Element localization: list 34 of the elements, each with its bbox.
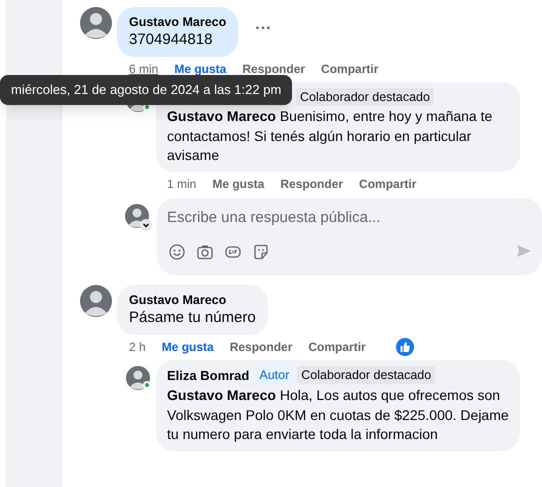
gif-icon[interactable] xyxy=(225,244,241,260)
author-badge: Autor xyxy=(255,366,294,384)
author-name[interactable]: Gustavo Mareco xyxy=(129,14,226,30)
more-options-button[interactable]: ... xyxy=(255,17,272,33)
reply-link[interactable]: Responder xyxy=(280,176,344,192)
comment-text: Pásame tu número xyxy=(129,308,256,328)
like-link[interactable]: Me gusta xyxy=(212,176,264,192)
timestamp-link[interactable]: 2 h xyxy=(129,338,146,354)
thumbs-up-icon[interactable] xyxy=(396,338,414,356)
reply-text: Gustavo Mareco Buenisimo, entre hoy y mañana te contactamos! Si tenés algún horario en particular avisame xyxy=(167,107,494,165)
reply-link[interactable]: Responder xyxy=(230,338,292,354)
avatar-icon[interactable] xyxy=(126,366,150,390)
emoji-icon[interactable] xyxy=(169,244,185,260)
avatar-icon[interactable] xyxy=(80,7,112,39)
timestamp-link[interactable]: 1 min xyxy=(167,176,196,192)
sticker-icon[interactable] xyxy=(253,244,269,260)
camera-icon[interactable] xyxy=(197,244,213,260)
timestamp-link[interactable]: 6 min xyxy=(129,61,158,77)
share-link[interactable]: Compartir xyxy=(321,61,378,77)
reply-input-field[interactable]: Escribe una respuesta pública... xyxy=(167,206,467,229)
contributor-badge: Colaborador destacado xyxy=(297,366,436,384)
author-name[interactable]: Gustavo Mareco xyxy=(129,292,256,308)
reply-link[interactable]: Responder xyxy=(242,61,306,77)
contributor-badge: Colaborador destacado xyxy=(296,88,434,106)
share-link[interactable]: Compartir xyxy=(359,176,416,192)
chevron-down-icon[interactable] xyxy=(140,218,152,230)
comment-text: 3704944818 xyxy=(129,30,214,50)
reply-text: Gustavo Mareco Hola, Los autos que ofrecemos son Volkswagen Polo 0KM en cuotas de $225.000. Dejame tu numero para enviarte toda la informacion xyxy=(167,386,509,444)
author-name[interactable]: Eliza Bomrad xyxy=(167,366,250,385)
share-link[interactable]: Compartir xyxy=(308,338,366,354)
like-link[interactable]: Me gusta xyxy=(174,61,226,77)
date-tooltip: miércoles, 21 de agosto de 2024 a las 1:22 pm xyxy=(0,75,292,105)
like-link[interactable]: Me gusta xyxy=(162,338,214,354)
avatar-icon[interactable] xyxy=(80,284,112,316)
